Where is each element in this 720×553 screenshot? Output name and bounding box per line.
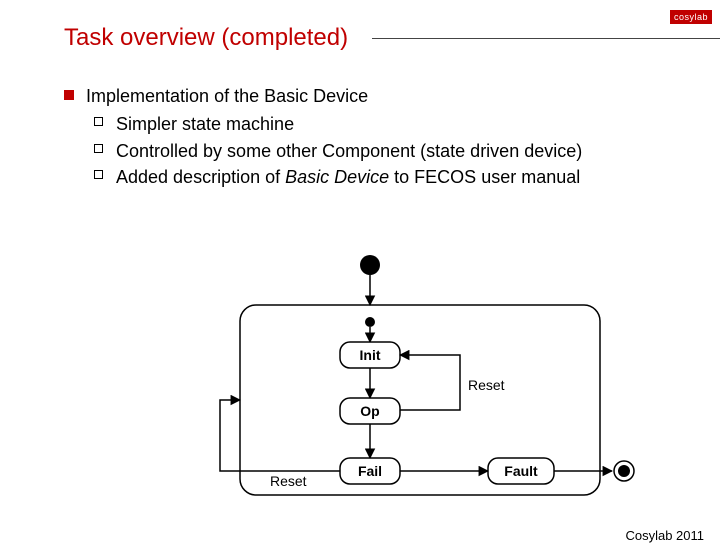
reset-inner-label: Reset bbox=[468, 377, 505, 393]
bullet-sub-3-pre: Added description of bbox=[116, 167, 285, 187]
page-title: Task overview (completed) bbox=[64, 24, 348, 52]
title-rule bbox=[372, 38, 720, 39]
start-node-icon bbox=[360, 255, 380, 275]
bullet-sub-3-post: to FECOS user manual bbox=[389, 167, 580, 187]
content-body: Implementation of the Basic Device Simpl… bbox=[64, 80, 680, 191]
bullet-sub-2: Controlled by some other Component (stat… bbox=[94, 139, 680, 163]
state-fail-label: Fail bbox=[358, 463, 382, 479]
state-fault-label: Fault bbox=[504, 463, 538, 479]
state-init-label: Init bbox=[360, 347, 381, 363]
state-machine-diagram: Init Op Reset Fail Fault bbox=[200, 250, 640, 510]
state-op-label: Op bbox=[360, 403, 379, 419]
bullet-main: Implementation of the Basic Device bbox=[64, 84, 680, 108]
reset-outer-label: Reset bbox=[270, 473, 307, 489]
bullet-sub-1: Simpler state machine bbox=[94, 112, 680, 136]
footer-copyright: Cosylab 2011 bbox=[625, 528, 704, 543]
title-row: Task overview (completed) bbox=[64, 24, 720, 52]
bullet-sub-3: Added description of Basic Device to FEC… bbox=[94, 165, 680, 189]
brand-logo: cosylab bbox=[670, 10, 712, 24]
bullet-sub-3-em: Basic Device bbox=[285, 167, 389, 187]
